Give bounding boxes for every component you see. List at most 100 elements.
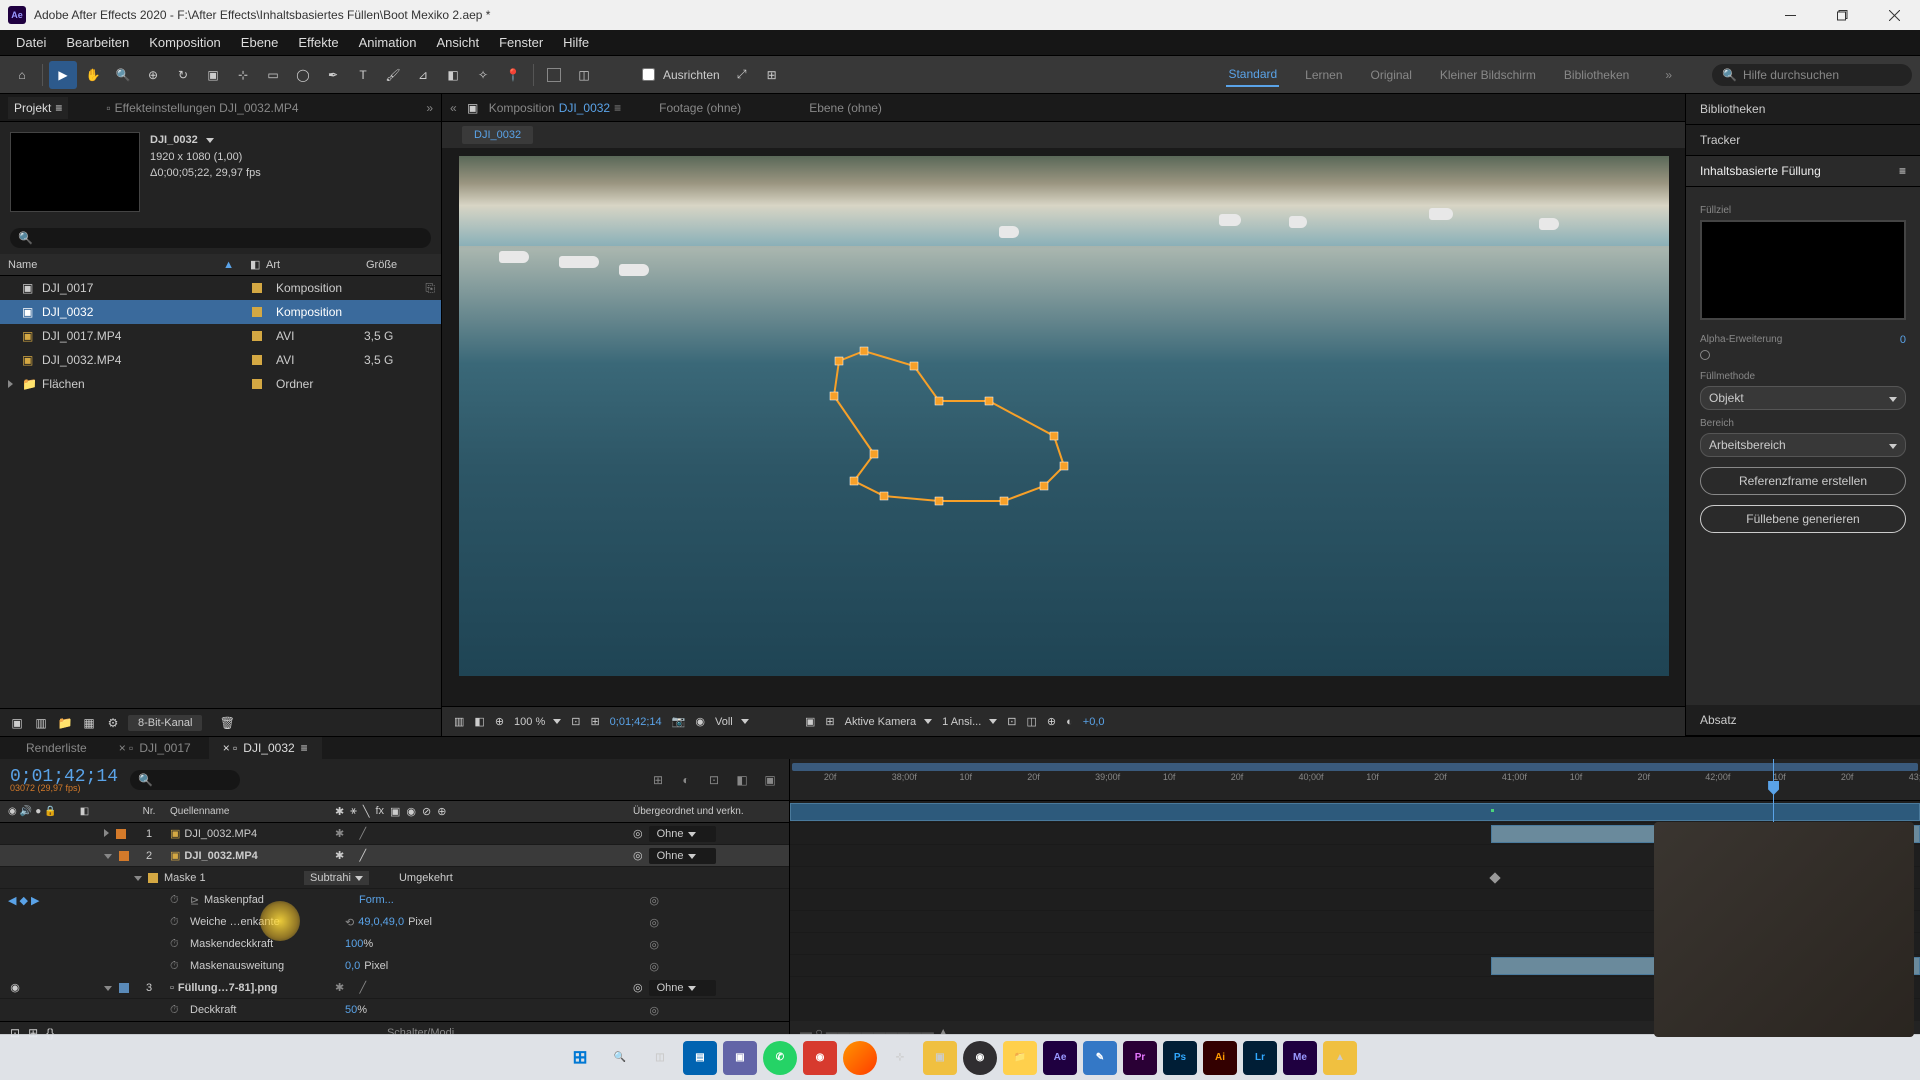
menu-ebene[interactable]: Ebene — [231, 31, 289, 54]
taskbar-obs-icon[interactable]: ◉ — [963, 1041, 997, 1075]
workspace-overflow-icon[interactable]: » — [1665, 68, 1672, 82]
workspace-lernen[interactable]: Lernen — [1303, 64, 1344, 86]
taskbar-app-icon[interactable]: ✎ — [1083, 1041, 1117, 1075]
timeline-search-input[interactable]: 🔍 — [130, 770, 240, 790]
vc-icon[interactable]: ◧ — [474, 715, 484, 728]
panel-tracker[interactable]: Tracker — [1686, 125, 1920, 156]
mask-prop-expansion[interactable]: ⏱ Maskenausweitung 0,0 Pixel ◎ — [0, 955, 789, 977]
stamp-tool-icon[interactable]: ⊿ — [409, 61, 437, 89]
generate-fill-layer-button[interactable]: Füllebene generieren — [1700, 505, 1906, 533]
pen-tool-icon[interactable]: ✒ — [319, 61, 347, 89]
help-search-input[interactable]: 🔍 Hilfe durchsuchen — [1712, 64, 1912, 86]
vc-icon[interactable]: ▣ — [805, 715, 815, 728]
collapse-icon[interactable] — [134, 872, 142, 884]
ellipse-tool-icon[interactable]: ◯ — [289, 61, 317, 89]
zoom-select[interactable]: 100 % — [514, 716, 561, 728]
tl-tool-icon[interactable]: ⊡ — [705, 771, 723, 789]
taskbar-ae-icon[interactable]: Ae — [1043, 1041, 1077, 1075]
col-type-header[interactable]: Art — [258, 259, 358, 271]
pickwhip-icon[interactable]: ◎ — [649, 938, 659, 951]
type-tool-icon[interactable]: T — [349, 61, 377, 89]
mask-prop-opacity[interactable]: ⏱ Maskendeckkraft 100% ◎ — [0, 933, 789, 955]
close-button[interactable] — [1876, 3, 1912, 27]
taskbar-search-icon[interactable]: 🔍 — [603, 1041, 637, 1075]
vc-icon[interactable]: ◉ — [695, 715, 705, 728]
panel-absatz[interactable]: Absatz — [1686, 705, 1920, 736]
rect-tool-icon[interactable]: ▭ — [259, 61, 287, 89]
taskbar-app-icon[interactable]: ▲ — [1323, 1041, 1357, 1075]
proj-footer-icon[interactable]: 📁 — [56, 714, 74, 732]
taskbar-ai-icon[interactable]: Ai — [1203, 1041, 1237, 1075]
mask-invert-label[interactable]: Umgekehrt — [399, 872, 453, 884]
stopwatch-icon[interactable]: ⏱ — [170, 894, 184, 907]
roto-tool-icon[interactable]: ✧ — [469, 61, 497, 89]
vc-icon[interactable]: ⊕ — [1047, 715, 1056, 728]
exposure-value[interactable]: +0,0 — [1083, 716, 1105, 728]
eraser-tool-icon[interactable]: ◧ — [439, 61, 467, 89]
menu-bearbeiten[interactable]: Bearbeiten — [56, 31, 139, 54]
menu-effekte[interactable]: Effekte — [288, 31, 348, 54]
menu-ansicht[interactable]: Ansicht — [426, 31, 489, 54]
mask-prop-path[interactable]: ◀ ◆ ▶ ⏱ ⊵ Maskenpfad Form... ◎ — [0, 889, 789, 911]
mask-mode-select[interactable]: Subtrahi — [304, 871, 369, 885]
pickwhip-icon[interactable]: ◎ — [633, 827, 643, 840]
selection-tool-icon[interactable]: ▶ — [49, 61, 77, 89]
timeline-tab[interactable]: × ▫ DJI_0032 ≡ — [209, 737, 322, 759]
vc-icon[interactable]: ⊞ — [825, 715, 834, 728]
workspace-kleiner[interactable]: Kleiner Bildschirm — [1438, 64, 1538, 86]
camera-tool-icon[interactable]: ▣ — [199, 61, 227, 89]
fill-method-select[interactable]: Objekt — [1700, 386, 1906, 410]
alpha-knob-icon[interactable] — [1700, 350, 1710, 360]
parent-select[interactable]: Ohne — [649, 848, 716, 864]
fill-opacity-prop[interactable]: ⏱ Deckkraft 50% ◎ — [0, 999, 789, 1021]
vc-icon[interactable]: ⊞ — [590, 715, 599, 728]
taskbar-app-icon[interactable]: ▤ — [683, 1041, 717, 1075]
views-select[interactable]: 1 Ansi... — [942, 716, 997, 728]
vc-icon[interactable]: ◫ — [1027, 715, 1037, 728]
taskbar-explorer-icon[interactable]: 📁 — [1003, 1041, 1037, 1075]
collapse-icon[interactable] — [104, 982, 112, 994]
stroke-swatch-icon[interactable]: ◫ — [570, 61, 598, 89]
snap-tool-icon[interactable]: ⤢ — [728, 61, 756, 89]
camera-select[interactable]: Aktive Kamera — [845, 716, 933, 728]
audio-header-icon[interactable]: 🔊 — [20, 806, 32, 817]
orbit-tool-icon[interactable]: ⊕ — [139, 61, 167, 89]
alpha-value[interactable]: 0 — [1900, 334, 1906, 346]
timeline-layer[interactable]: 1 ▣DJI_0032.MP4 ✱ ╱ ◎ Ohne — [0, 823, 789, 845]
minimize-button[interactable] — [1772, 3, 1808, 27]
expand-icon[interactable] — [8, 377, 22, 391]
pickwhip-icon[interactable]: ◎ — [633, 981, 643, 994]
puppet-tool-icon[interactable]: 📍 — [499, 61, 527, 89]
label-header-icon[interactable]: ◧ — [80, 806, 89, 817]
stopwatch-icon[interactable]: ⏱ — [170, 938, 184, 951]
lock-header-icon[interactable]: 🔒 — [44, 806, 56, 817]
taskbar-whatsapp-icon[interactable]: ✆ — [763, 1041, 797, 1075]
parent-select[interactable]: Ohne — [649, 980, 716, 996]
menu-fenster[interactable]: Fenster — [489, 31, 553, 54]
workspace-standard[interactable]: Standard — [1226, 63, 1279, 87]
vc-icon[interactable]: ◐ — [1066, 716, 1073, 728]
expand-icon[interactable] — [104, 828, 109, 840]
nav-back-icon[interactable]: « — [450, 101, 457, 115]
stopwatch-icon[interactable]: ⏱ — [170, 916, 184, 929]
trash-icon[interactable]: 🗑 — [218, 714, 236, 732]
proj-footer-icon[interactable]: ▦ — [80, 714, 98, 732]
proj-footer-icon[interactable]: ⚙ — [104, 714, 122, 732]
taskbar-app-icon[interactable]: ▣ — [723, 1041, 757, 1075]
breadcrumb-item[interactable]: DJI_0032 — [462, 126, 533, 144]
taskbar-me-icon[interactable]: Me — [1283, 1041, 1317, 1075]
menu-datei[interactable]: Datei — [6, 31, 56, 54]
stopwatch-icon[interactable]: ⏱ — [170, 960, 184, 973]
mask-prop-feather[interactable]: ⏱ Weiche …enkante ⟲ 49,0,49,0 Pixel ◎ — [0, 911, 789, 933]
vc-icon[interactable]: ⊡ — [571, 715, 580, 728]
timeline-tracks-area[interactable]: 20f 38;00f 10f 20f 39;00f 10f 20f 40;00f… — [790, 759, 1920, 1043]
home-tool-icon[interactable]: ⌂ — [8, 61, 36, 89]
col-parent-header[interactable]: Übergeordnet und verkn. — [625, 806, 789, 817]
panel-content-aware-fill[interactable]: Inhaltsbasierte Füllung≡ — [1686, 156, 1920, 187]
project-item[interactable]: ▣ DJI_0032 Komposition — [0, 300, 441, 324]
parent-select[interactable]: Ohne — [649, 826, 716, 842]
bit-depth-button[interactable]: 8-Bit-Kanal — [128, 715, 202, 731]
composition-viewer[interactable] — [442, 148, 1685, 706]
timeline-ruler[interactable]: 20f 38;00f 10f 20f 39;00f 10f 20f 40;00f… — [790, 759, 1920, 801]
layer-tab[interactable]: Ebene (ohne) — [809, 101, 882, 115]
